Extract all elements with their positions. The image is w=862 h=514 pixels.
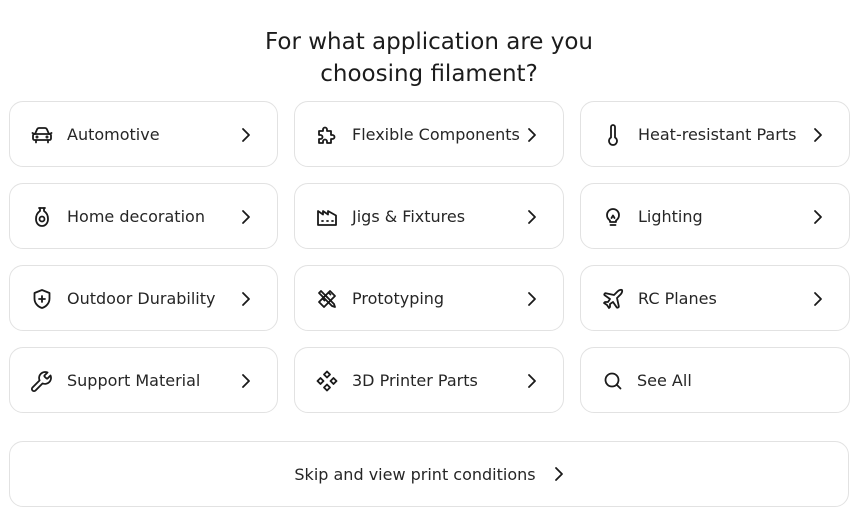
chevron-right-icon [528, 128, 536, 142]
application-card-rc-planes[interactable]: RC Planes [580, 265, 850, 331]
application-card-lighting[interactable]: Lighting [580, 183, 850, 249]
chevron-right-icon [554, 467, 563, 481]
pencil-ruler-icon [315, 287, 339, 311]
application-label: Prototyping [352, 289, 445, 308]
puzzle-icon [315, 123, 339, 147]
chevron-right-icon [528, 374, 536, 388]
lightbulb-icon [601, 205, 625, 229]
vase-icon [30, 205, 54, 229]
see-all-label: See All [637, 371, 692, 390]
application-card-jigs-fixtures[interactable]: Jigs & Fixtures [294, 183, 564, 249]
chevron-right-icon [528, 210, 536, 224]
chevron-right-icon [242, 210, 250, 224]
chevron-right-icon [242, 128, 250, 142]
chevron-right-icon [814, 128, 822, 142]
plane-icon [601, 287, 625, 311]
application-card-heat-resistant-parts[interactable]: Heat-resistant Parts [580, 101, 850, 167]
thermometer-icon [601, 123, 625, 147]
application-card-prototyping[interactable]: Prototyping [294, 265, 564, 331]
page-title-line-2: choosing filament? [320, 61, 538, 88]
application-label: Support Material [67, 371, 201, 390]
application-label: Heat-resistant Parts [638, 125, 797, 144]
application-label: Home decoration [67, 207, 205, 226]
application-card-flexible-components[interactable]: Flexible Components [294, 101, 564, 167]
page-title: For what application are you choosing fi… [0, 26, 858, 90]
application-label: RC Planes [638, 289, 717, 308]
component-icon [315, 369, 339, 393]
search-icon [601, 369, 625, 393]
application-label: Outdoor Durability [67, 289, 216, 308]
page-title-line-1: For what application are you [264, 29, 593, 56]
factory-icon [315, 205, 339, 229]
application-grid: Automotive Flexible Components Heat-resi… [9, 101, 850, 413]
application-card-automotive[interactable]: Automotive [9, 101, 278, 167]
chevron-right-icon [814, 210, 822, 224]
see-all-button[interactable]: See All [580, 347, 850, 413]
skip-button[interactable]: Skip and view print conditions [9, 441, 849, 507]
chevron-right-icon [814, 292, 822, 306]
skip-label: Skip and view print conditions [294, 464, 536, 484]
chevron-right-icon [528, 292, 536, 306]
car-icon [30, 123, 54, 147]
application-card-support-material[interactable]: Support Material [9, 347, 278, 413]
application-label: Flexible Components [352, 125, 520, 144]
shield-plus-icon [30, 287, 54, 311]
chevron-right-icon [242, 292, 250, 306]
application-label: Lighting [638, 207, 703, 226]
wrench-icon [30, 369, 54, 393]
application-card-3d-printer-parts[interactable]: 3D Printer Parts [294, 347, 564, 413]
application-label: 3D Printer Parts [352, 371, 478, 390]
application-label: Jigs & Fixtures [352, 207, 466, 226]
application-card-outdoor-durability[interactable]: Outdoor Durability [9, 265, 278, 331]
chevron-right-icon [242, 374, 250, 388]
application-label: Automotive [67, 125, 160, 144]
application-card-home-decoration[interactable]: Home decoration [9, 183, 278, 249]
